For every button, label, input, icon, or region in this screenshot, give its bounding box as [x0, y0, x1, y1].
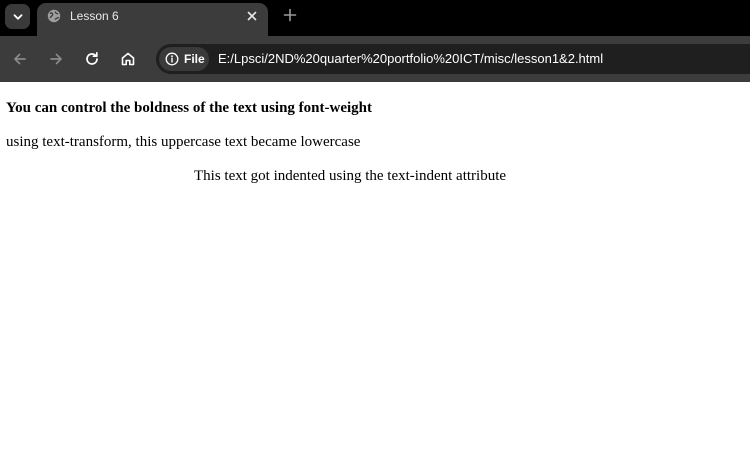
- arrow-left-icon: [14, 53, 26, 65]
- tab-strip: Lesson 6: [0, 0, 750, 36]
- close-icon: [247, 11, 257, 21]
- address-bar[interactable]: File E:/Lpsci/2ND%20quarter%20portfolio%…: [156, 44, 750, 74]
- toolbar: File E:/Lpsci/2ND%20quarter%20portfolio%…: [0, 36, 750, 82]
- page-content: You can control the boldness of the text…: [0, 82, 750, 469]
- url-text[interactable]: E:/Lpsci/2ND%20quarter%20portfolio%20ICT…: [218, 51, 603, 67]
- site-info-chip[interactable]: File: [159, 47, 209, 71]
- info-icon: [165, 52, 179, 66]
- lowercase-paragraph: using text-transform, this uppercase tex…: [6, 134, 361, 150]
- arrow-right-icon: [50, 53, 62, 65]
- back-button[interactable]: [9, 48, 31, 70]
- file-scheme-label: File: [184, 52, 205, 66]
- home-icon: [121, 52, 135, 66]
- tab-search-button[interactable]: [5, 4, 30, 29]
- bold-paragraph: You can control the boldness of the text…: [6, 100, 372, 116]
- forward-button[interactable]: [45, 48, 67, 70]
- new-tab-button[interactable]: [280, 5, 300, 25]
- reload-button[interactable]: [81, 48, 103, 70]
- globe-icon: [47, 9, 61, 23]
- home-button[interactable]: [117, 48, 139, 70]
- tab-close-button[interactable]: [244, 8, 260, 24]
- plus-icon: [283, 8, 297, 22]
- indented-paragraph: This text got indented using the text-in…: [194, 168, 507, 184]
- tab-title: Lesson 6: [70, 9, 119, 23]
- chevron-down-icon: [13, 13, 22, 20]
- tab-active[interactable]: Lesson 6: [37, 3, 268, 36]
- reload-icon: [86, 51, 98, 65]
